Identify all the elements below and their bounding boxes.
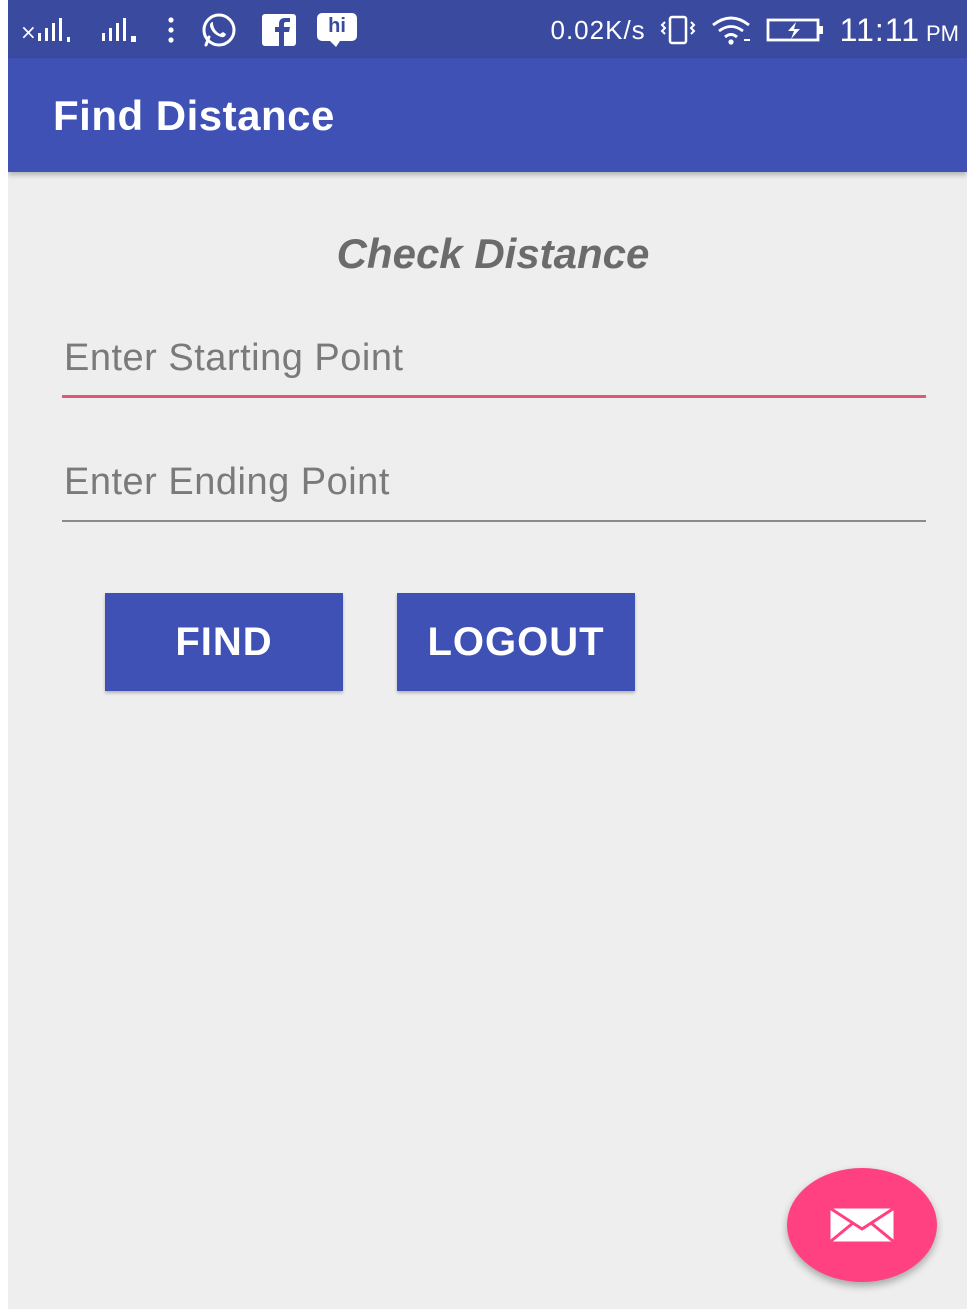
battery-charging-icon: [766, 16, 826, 44]
status-bar-right: 0.02K/s 11:11 PM: [551, 10, 960, 50]
starting-point-field: [62, 328, 926, 398]
ending-point-field: [62, 452, 926, 522]
mail-icon: [829, 1207, 895, 1243]
ending-point-input[interactable]: [62, 452, 926, 512]
app-title: Find Distance: [53, 92, 335, 139]
more-vertical-icon: [164, 15, 178, 45]
signal-sim2-icon: [100, 15, 146, 45]
facebook-icon: [260, 13, 298, 47]
find-button[interactable]: FIND: [105, 593, 343, 691]
logout-button[interactable]: LOGOUT: [397, 593, 635, 691]
page-heading: Check Distance: [336, 230, 650, 277]
app-screen: × hi 0.02K/s 11:11 PM Find Distance Chec…: [8, 0, 967, 1309]
svg-text:×: ×: [20, 20, 37, 44]
signal-sim1-icon: ×: [20, 15, 82, 45]
hike-label: hi: [328, 15, 346, 37]
clock: 11:11 PM: [840, 12, 959, 49]
network-speed: 0.02K/s: [550, 14, 646, 45]
status-bar-left: × hi: [20, 10, 358, 50]
app-bar: Find Distance: [8, 58, 967, 172]
clock-time: 11:11: [839, 11, 920, 48]
mail-fab[interactable]: [787, 1168, 937, 1282]
clock-ampm: PM: [926, 20, 959, 46]
hike-icon: hi: [316, 12, 358, 48]
wifi-icon: [710, 14, 752, 46]
vibrate-icon: [660, 14, 696, 46]
starting-point-input[interactable]: [62, 328, 926, 388]
status-bar: × hi 0.02K/s 11:11 PM: [8, 0, 967, 58]
whatsapp-icon: [196, 12, 242, 48]
ending-point-underline: [62, 520, 926, 522]
starting-point-underline: [62, 395, 926, 398]
